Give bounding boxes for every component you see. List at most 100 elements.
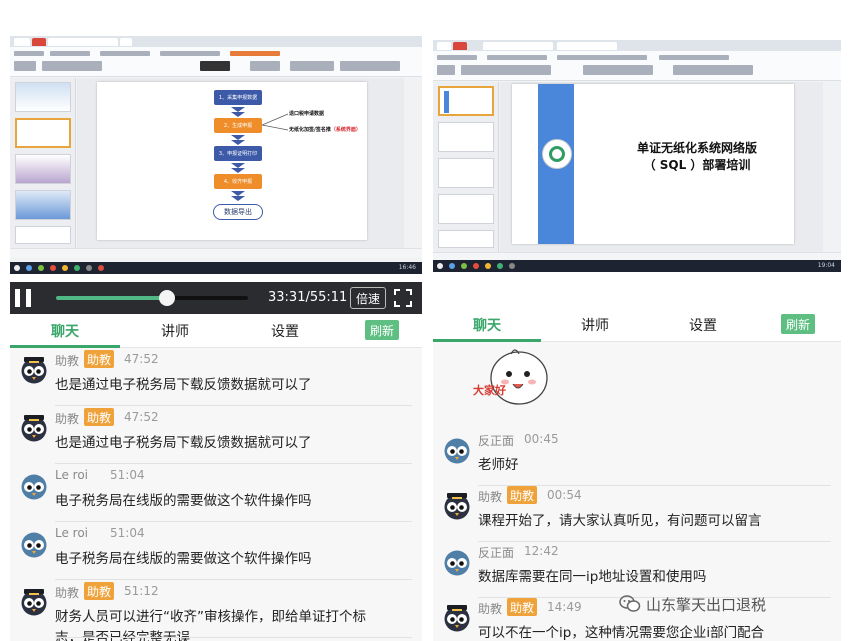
owl-blue-avatar-icon: [444, 438, 470, 464]
message-divider: [55, 463, 412, 464]
message-divider: [55, 637, 412, 638]
slide-thumbnails[interactable]: [10, 78, 76, 248]
owl-dark-avatar-icon: [444, 605, 470, 632]
browser-tabbar: [433, 40, 841, 51]
message-time: 51:12: [124, 584, 159, 598]
message-text: 电子税务局在线版的需要做这个软件操作吗: [55, 493, 312, 509]
flow-note-1: 退口税申请数据: [289, 111, 325, 117]
owl-blue-avatar-icon: [444, 550, 470, 576]
slide-canvas: 1、采集申报数据 2、生成申报 3、申报证明打印 4、收齐申报 数据导出 退口税…: [77, 78, 404, 248]
wechat-icon: [619, 595, 641, 612]
windows-taskbar: 16:46: [10, 262, 422, 274]
refresh-button[interactable]: 刷新: [781, 314, 815, 334]
tab-chat[interactable]: 聊天: [433, 308, 541, 342]
flow-note-2: 无纸化加签/签名推（系统界面）: [289, 127, 361, 133]
message-time: 14:49: [547, 600, 582, 614]
message-divider: [55, 521, 412, 522]
chat-message: 助教 助教 47:52 也是通过电子税务局下载反馈数据就可以了: [10, 408, 422, 466]
message-time: 51:04: [110, 468, 145, 482]
browser-tabbar: [10, 36, 422, 47]
hello-sticker: 大家好: [473, 349, 548, 405]
sinosoft-logo: [542, 139, 572, 169]
sticker-text: 大家好: [473, 383, 506, 397]
sender-name: 反正面: [478, 546, 515, 560]
message-text: 可以不在一个ip，这种情况需要您企业i部门配合: [478, 625, 765, 641]
owl-blue-avatar-icon: [21, 474, 47, 500]
left-player-panel: 1、采集申报数据 2、生成申报 3、申报证明打印 4、收齐申报 数据导出 退口税…: [10, 0, 422, 641]
chat-message: Le roi 51:04 电子税务局在线版的需要做这个软件操作吗: [10, 524, 422, 582]
sender-name: Le roi: [55, 468, 89, 482]
chat-message-list[interactable]: 助教 助教 47:52 也是通过电子税务局下载反馈数据就可以了 助教 助教 47:52 也是通…: [10, 348, 422, 641]
sender-name: Le roi: [55, 526, 89, 540]
taskbar-clock: 16:46: [398, 264, 416, 271]
wechat-watermark: 山东擎天出口退税: [618, 592, 766, 616]
message-time: 00:54: [547, 488, 582, 502]
tab-settings[interactable]: 设置: [649, 308, 757, 342]
sender-name: 反正面: [478, 434, 515, 448]
message-time: 00:45: [524, 432, 559, 446]
owl-dark-avatar-icon: [21, 357, 47, 384]
slide-title: 单证无纸化系统网络版 （ SQL ）部署培训: [636, 141, 757, 172]
sender-name: 助教: [55, 412, 80, 426]
slide-thumbnails[interactable]: [433, 82, 499, 252]
message-time: 12:42: [524, 544, 559, 558]
sender-name: 助教: [55, 354, 80, 368]
taskbar-clock: 19:04: [817, 262, 835, 269]
chat-message: 助教 助教 51:12 财务人员可以进行“收齐”审核操作，即给单证打个标志，是否已经完…: [10, 582, 422, 641]
role-badge: 助教: [84, 408, 115, 426]
sender-name: 助教: [55, 586, 80, 600]
right-player-panel: 单证无纸化系统网络版 （ SQL ）部署培训 19:04 聊天 讲师 设置 刷新: [433, 0, 841, 641]
tab-chat[interactable]: 聊天: [10, 314, 120, 348]
fullscreen-icon[interactable]: [394, 289, 412, 307]
tab-teacher[interactable]: 讲师: [120, 314, 230, 348]
watermark-text: 山东擎天出口退税: [646, 595, 767, 614]
chat-message: 助教 助教 00:54 课程开始了，请大家认真听见，有问题可以留言: [433, 486, 841, 544]
slide-canvas: 单证无纸化系统网络版 （ SQL ）部署培训: [500, 82, 823, 252]
ppt-statusbar: [10, 248, 422, 258]
pause-icon[interactable]: [15, 289, 33, 307]
progress-fill: [56, 296, 168, 300]
flow-step-2: 2、生成申报: [214, 118, 262, 133]
message-text: 数据库需要在同一ip地址设置和使用吗: [478, 569, 707, 585]
role-badge: 助教: [84, 582, 115, 600]
player-controls: 33:31/55:11 倍速: [10, 282, 422, 314]
role-badge: 助教: [507, 598, 538, 616]
message-time: 51:04: [110, 526, 145, 540]
role-badge: 助教: [507, 486, 538, 504]
owl-dark-avatar-icon: [444, 493, 470, 520]
message-text: 也是通过电子税务局下载反馈数据就可以了: [55, 377, 312, 393]
message-text: 也是通过电子税务局下载反馈数据就可以了: [55, 435, 312, 451]
tab-settings[interactable]: 设置: [230, 314, 340, 348]
progress-knob[interactable]: [159, 290, 176, 306]
message-text-line-2: 志，是否已经完整无误: [55, 630, 190, 641]
owl-dark-avatar-icon: [21, 589, 47, 616]
windows-taskbar: 19:04: [433, 260, 841, 272]
sender-name: 助教: [478, 490, 503, 504]
chat-message: Le roi 51:04 电子税务局在线版的需要做这个软件操作吗: [10, 466, 422, 524]
message-text: 老师好: [478, 457, 519, 473]
flow-step-1: 1、采集申报数据: [214, 90, 262, 105]
sender-name: 助教: [478, 602, 503, 616]
chat-message: 反正面 00:45 老师好: [433, 430, 841, 488]
playback-time: 33:31/55:11: [268, 290, 348, 305]
slide: 单证无纸化系统网络版 （ SQL ）部署培训: [512, 84, 794, 244]
message-time: 47:52: [124, 352, 159, 366]
progress-bar[interactable]: [56, 290, 248, 306]
video-frame[interactable]: 1、采集申报数据 2、生成申报 3、申报证明打印 4、收齐申报 数据导出 退口税…: [10, 36, 422, 274]
message-time: 47:52: [124, 410, 159, 424]
tab-teacher[interactable]: 讲师: [541, 308, 649, 342]
message-divider: [55, 579, 412, 580]
owl-blue-avatar-icon: [21, 532, 47, 558]
chat-tabs: 聊天 讲师 设置 刷新: [10, 314, 422, 348]
message-text: 财务人员可以进行“收齐”审核操作，即给单证打个标: [55, 609, 366, 625]
owl-dark-avatar-icon: [21, 415, 47, 442]
role-badge: 助教: [84, 350, 115, 368]
message-text: 电子税务局在线版的需要做这个软件操作吗: [55, 551, 312, 567]
chat-message: 助教 助教 47:52 也是通过电子税务局下载反馈数据就可以了: [10, 350, 422, 408]
ppt-ribbon: [433, 51, 841, 81]
speed-button[interactable]: 倍速: [350, 287, 386, 309]
refresh-button[interactable]: 刷新: [365, 320, 399, 340]
video-frame[interactable]: 单证无纸化系统网络版 （ SQL ）部署培训 19:04: [433, 40, 841, 272]
flow-step-4: 4、收齐申报: [214, 174, 262, 189]
slide: 1、采集申报数据 2、生成申报 3、申报证明打印 4、收齐申报 数据导出 退口税…: [97, 82, 367, 240]
